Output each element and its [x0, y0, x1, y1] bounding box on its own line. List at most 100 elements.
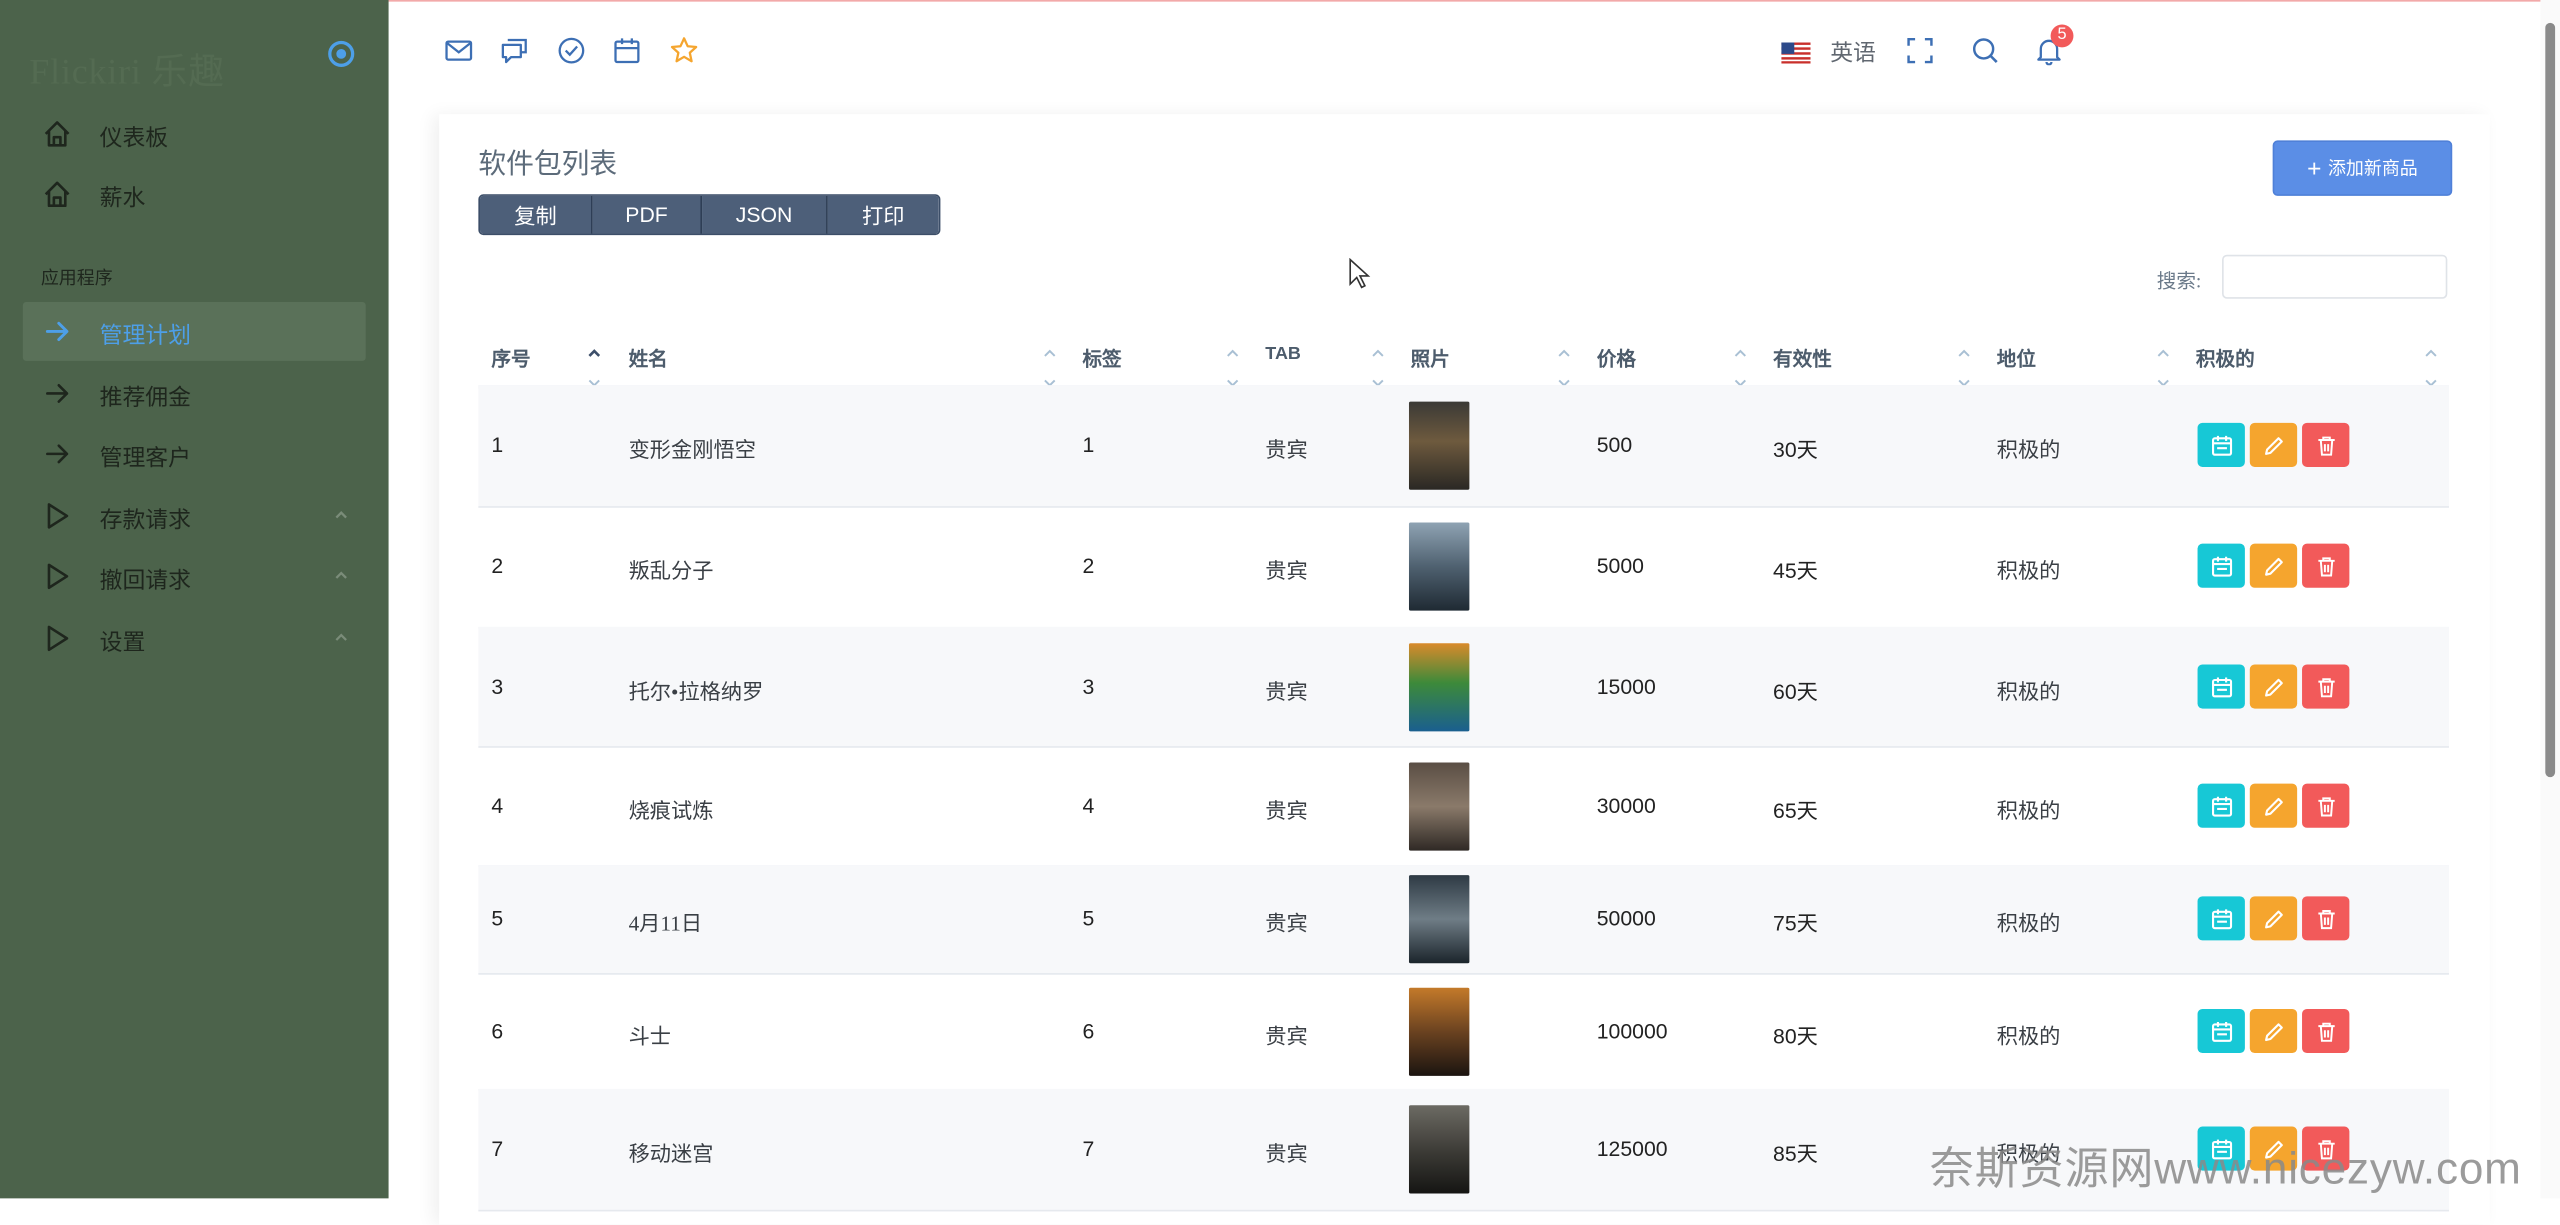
column-header-price[interactable]: 价格 [1597, 344, 1636, 372]
calendar-icon [2211, 795, 2232, 816]
fullscreen-icon[interactable] [1905, 36, 1934, 65]
mail-icon[interactable] [444, 36, 473, 65]
column-header-tab[interactable]: TAB [1265, 344, 1301, 364]
row-price: 30000 [1596, 793, 1656, 818]
table-row: 6 斗士 6 贵宾 100000 80天 积极的 [478, 973, 2449, 1091]
calendar-icon[interactable] [612, 36, 641, 65]
delete-button[interactable] [2302, 543, 2350, 588]
sidebar-item-dashboard[interactable]: 仪表板 [23, 104, 366, 163]
chevron-up-icon [335, 633, 347, 641]
sidebar-item-deposit-requests[interactable]: 存款请求 [23, 487, 366, 546]
row-tab: 贵宾 [1265, 1023, 1308, 1049]
row-tag: 2 [1082, 553, 1095, 578]
view-calendar-button[interactable] [2197, 1008, 2245, 1054]
sort-icon[interactable] [1956, 346, 1972, 386]
check-circle-icon[interactable] [557, 36, 586, 65]
delete-button[interactable] [2302, 1008, 2350, 1054]
sidebar-item-referral-commission[interactable]: 推荐佣金 [23, 364, 366, 423]
row-status: 积极的 [1996, 911, 2061, 936]
delete-button[interactable] [2302, 422, 2350, 467]
column-header-actions[interactable]: 积极的 [2196, 344, 2255, 372]
search-label: 搜索: [2156, 269, 2202, 293]
row-validity: 65天 [1773, 798, 1818, 823]
sidebar-item-label: 仪表板 [99, 127, 169, 152]
row-number: 5 [491, 906, 504, 931]
sidebar-section-label: 应用程序 [40, 269, 113, 289]
row-validity: 80天 [1773, 1023, 1818, 1049]
column-header-validity[interactable]: 有效性 [1773, 344, 1832, 372]
row-name: 移动迷宫 [628, 1141, 714, 1166]
view-calendar-button[interactable] [2197, 896, 2245, 941]
row-validity: 45天 [1773, 558, 1818, 583]
row-price: 500 [1596, 432, 1633, 458]
column-header-photo[interactable]: 照片 [1411, 344, 1450, 372]
sidebar-item-salary[interactable]: 薪水 [23, 165, 366, 224]
sidebar-item-manage-customers[interactable]: 管理客户 [23, 424, 366, 483]
view-calendar-button[interactable] [2197, 783, 2245, 828]
edit-button[interactable] [2249, 1008, 2298, 1054]
row-status: 积极的 [1996, 798, 2061, 823]
pencil-icon [2264, 1022, 2283, 1041]
scrollbar-thumb[interactable] [2545, 22, 2556, 778]
search-input[interactable] [2222, 254, 2448, 299]
sidebar-item-manage-plans[interactable]: 管理计划 [22, 302, 366, 361]
row-name: 烧痕试炼 [628, 798, 714, 823]
edit-button[interactable] [2249, 783, 2298, 828]
pencil-icon [2264, 677, 2283, 696]
row-number: 7 [491, 1136, 504, 1161]
json-button[interactable]: JSON [702, 195, 828, 234]
home-icon [44, 181, 70, 208]
trash-icon [2317, 1021, 2334, 1041]
chevron-up-icon [335, 571, 347, 579]
search-icon[interactable] [1971, 36, 2000, 65]
edit-button[interactable] [2249, 543, 2298, 588]
sort-icon[interactable] [1556, 346, 1572, 386]
view-calendar-button[interactable] [2197, 664, 2245, 709]
copy-button[interactable]: 复制 [479, 195, 593, 234]
pdf-button[interactable]: PDF [592, 195, 703, 234]
row-tag: 1 [1082, 432, 1095, 458]
row-tab: 贵宾 [1265, 1141, 1308, 1166]
row-photo [1408, 987, 1470, 1076]
delete-button[interactable] [2302, 896, 2350, 941]
sort-icon[interactable] [2155, 346, 2171, 386]
sidebar-item-settings[interactable]: 设置 [23, 609, 366, 668]
edit-button[interactable] [2249, 896, 2298, 941]
sidebar: Flickiri 乐趣 仪表板 薪水 应用程序 管理计划 推荐佣金 管理客户 存… [0, 0, 389, 1199]
add-new-product-button[interactable]: + 添加新商品 [2272, 140, 2453, 196]
watermark-text: 奈斯资源网www.nicezyw.com [1929, 1144, 2522, 1194]
edit-button[interactable] [2249, 664, 2298, 709]
sort-icon[interactable] [1042, 346, 1058, 386]
print-button[interactable]: 打印 [827, 195, 939, 234]
brand-logo[interactable]: Flickiri 乐趣 [29, 42, 225, 94]
row-number: 1 [491, 432, 504, 458]
language-selector[interactable]: 英语 [1781, 36, 1876, 69]
column-header-no[interactable]: 序号 [491, 344, 530, 372]
edit-button[interactable] [2249, 422, 2298, 467]
chat-icon[interactable] [500, 36, 529, 65]
sort-icon[interactable] [1370, 346, 1386, 386]
column-header-status[interactable]: 地位 [1997, 344, 2036, 372]
row-validity: 60天 [1773, 679, 1818, 704]
home-icon [44, 121, 70, 147]
sort-icon[interactable] [2423, 346, 2439, 386]
star-icon[interactable] [669, 36, 698, 65]
delete-button[interactable] [2302, 664, 2350, 709]
sort-icon[interactable] [1732, 346, 1748, 386]
row-price: 100000 [1596, 1018, 1668, 1044]
view-calendar-button[interactable] [2197, 422, 2245, 467]
column-header-name[interactable]: 姓名 [629, 344, 668, 372]
sort-asc-icon[interactable] [586, 346, 602, 386]
sidebar-item-withdraw-requests[interactable]: 撤回请求 [23, 547, 366, 606]
row-tag: 3 [1082, 674, 1095, 699]
table-row: 4 烧痕试炼 4 贵宾 30000 65天 积极的 [478, 746, 2449, 867]
view-calendar-button[interactable] [2197, 543, 2245, 588]
column-header-tag[interactable]: 标签 [1082, 344, 1121, 372]
sidebar-toggle-icon[interactable] [327, 39, 356, 68]
arrow-right-icon [46, 444, 69, 464]
sort-icon[interactable] [1224, 346, 1240, 386]
table-row: 2 叛乱分子 2 贵宾 5000 45天 积极的 [478, 506, 2449, 629]
delete-button[interactable] [2302, 783, 2350, 828]
play-icon [47, 503, 69, 529]
row-status: 积极的 [1996, 558, 2061, 583]
